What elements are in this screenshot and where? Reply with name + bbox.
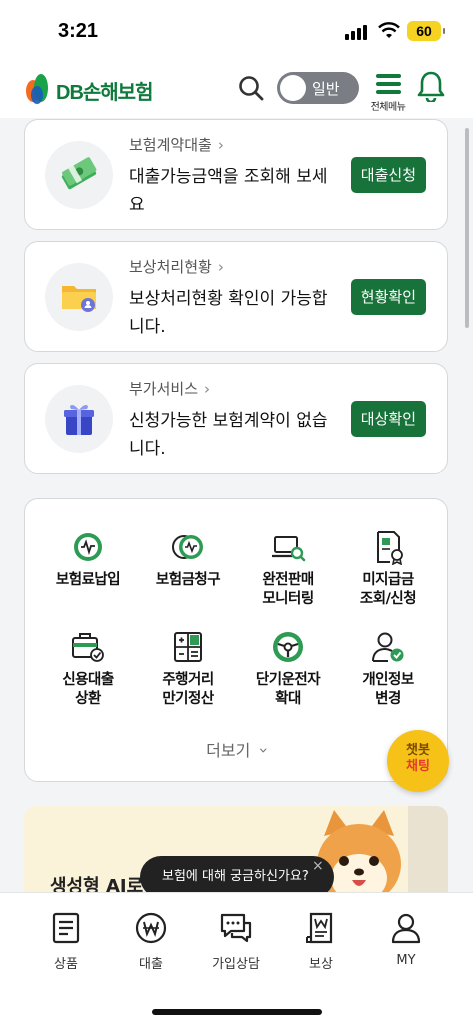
quick-menu-credit-loan[interactable]: 신용대출 상환 [38, 629, 138, 709]
user-icon [391, 913, 421, 944]
card-icon-wrapper [45, 263, 113, 331]
nav-item-consult[interactable]: 가입상담 [196, 911, 276, 972]
card-category-label: 부가서비스 [129, 380, 199, 398]
card-description: 보상처리현황 확인이 가능합니다. [129, 289, 328, 337]
laptop-search-icon [272, 536, 306, 562]
nav-item-products[interactable]: 상품 [26, 911, 106, 972]
quick-menu-unpaid[interactable]: 미지급금 조회/신청 [338, 529, 438, 609]
banner-side-panel [408, 806, 448, 906]
wifi-icon [378, 22, 400, 38]
certificate-icon [377, 531, 403, 565]
loan-apply-button[interactable]: 대출신청 [350, 157, 426, 193]
bell-icon[interactable] [417, 70, 445, 102]
premium-payment-icon [74, 533, 102, 561]
status-bar: 3:21 60 [0, 0, 473, 62]
nav-label: 가입상담 [212, 957, 260, 972]
quick-menu-claim[interactable]: 보험금청구 [138, 529, 238, 590]
mode-toggle[interactable]: 일반 [277, 72, 359, 104]
steering-wheel-icon [273, 632, 303, 662]
receipt-won-icon [306, 912, 333, 944]
close-icon[interactable]: × [312, 858, 324, 874]
chat-bubbles-icon [220, 913, 252, 943]
card-description: 대출가능금액을 조회해 보세요 [129, 167, 328, 215]
card-category[interactable]: 보상처리현황 › [129, 256, 224, 277]
quick-menu-label: 단기운전자 확대 [255, 672, 321, 707]
card-category-label: 보상처리현황 [129, 258, 212, 276]
nav-label: MY [396, 953, 416, 968]
gift-box-icon [64, 404, 94, 435]
briefcase-check-icon [72, 633, 104, 662]
quick-menu-label: 완전판매 모니터링 [262, 572, 314, 607]
chevron-down-icon: › [255, 747, 275, 754]
status-time: 3:21 [58, 20, 99, 42]
nav-label: 대출 [139, 957, 163, 972]
more-label: 더보기 [206, 741, 251, 760]
toggle-label: 일반 [312, 80, 340, 98]
quick-menu-label: 주행거리 만기정산 [162, 672, 214, 707]
brand-logo-text[interactable]: DB손해보험 [56, 76, 153, 105]
toggle-knob [280, 75, 306, 101]
quick-menu-premium-payment[interactable]: 보험료납입 [38, 529, 138, 590]
search-icon[interactable] [237, 74, 265, 102]
quick-menu-monitoring[interactable]: 완전판매 모니터링 [238, 529, 338, 609]
quick-menu-short-driver[interactable]: 단기운전자 확대 [238, 629, 338, 709]
nav-label: 상품 [54, 957, 78, 972]
card-category-label: 보험계약대출 [129, 136, 212, 154]
money-stack-icon [61, 157, 97, 190]
nav-label: 보상 [309, 957, 333, 972]
quick-menu-label: 신용대출 상환 [62, 672, 114, 707]
claim-coins-icon [172, 535, 203, 559]
chatbot-button[interactable]: 챗봇 채팅 [387, 730, 449, 792]
more-button[interactable]: 더보기 › [25, 737, 449, 761]
quick-menu-label: 보험료납입 [55, 572, 121, 588]
quick-menu-personal-info[interactable]: 개인정보 변경 [338, 629, 438, 709]
nav-item-compensation[interactable]: 보상 [281, 911, 361, 972]
chevron-right-icon: › [217, 136, 224, 154]
folder-user-icon [62, 286, 96, 312]
card-description: 신청가능한 보험계약이 없습니다. [129, 411, 328, 459]
nav-item-loan[interactable]: 대출 [111, 911, 191, 972]
card-icon-wrapper [45, 385, 113, 453]
nav-item-my[interactable]: MY [366, 911, 446, 968]
quick-menu-label: 미지급금 조회/신청 [359, 572, 417, 607]
scrollbar[interactable] [465, 128, 469, 328]
app-header: DB손해보험 일반 전체메뉴 [0, 62, 473, 118]
home-indicator[interactable] [152, 1009, 322, 1015]
bottom-navigation: 상품 대출 가입상담 보상 MY [0, 892, 473, 1024]
hamburger-menu-icon [376, 74, 401, 94]
status-check-button[interactable]: 현황확인 [350, 279, 426, 315]
chatbot-label-line2: 채팅 [406, 759, 430, 774]
target-check-button[interactable]: 대상확인 [350, 401, 426, 437]
claim-status-card[interactable]: 보상처리현황 › 보상처리현황 확인이 가능합니다. 현황확인 [24, 241, 448, 352]
card-icon-wrapper [45, 141, 113, 209]
loan-card[interactable]: 보험계약대출 › 대출가능금액을 조회해 보세요 대출신청 [24, 119, 448, 230]
db-logo-icon [26, 74, 48, 104]
card-category[interactable]: 부가서비스 › [129, 378, 210, 399]
user-check-icon [372, 632, 404, 662]
chevron-right-icon: › [204, 380, 211, 398]
quick-menu-mileage[interactable]: 주행거리 만기정산 [138, 629, 238, 709]
battery-indicator: 60 [407, 21, 445, 41]
document-list-icon [52, 912, 80, 944]
full-menu-label: 전체메뉴 [370, 102, 406, 113]
won-coin-icon [135, 912, 167, 944]
calculator-icon [174, 632, 202, 662]
extra-service-card[interactable]: 부가서비스 › 신청가능한 보험계약이 없습니다. 대상확인 [24, 363, 448, 474]
full-menu-button[interactable]: 전체메뉴 [366, 72, 410, 116]
chatbot-label-line1: 챗봇 [406, 743, 430, 758]
quick-menu-label: 보험금청구 [155, 572, 221, 588]
quick-menu-label: 개인정보 변경 [362, 672, 414, 707]
cellular-signal-icon [345, 24, 371, 40]
quick-menu-panel: 보험료납입 보험금청구 완전판매 모니터링 미지급금 조회/신청 신용대출 상환… [24, 498, 448, 782]
card-category[interactable]: 보험계약대출 › [129, 134, 224, 155]
chevron-right-icon: › [217, 258, 224, 276]
